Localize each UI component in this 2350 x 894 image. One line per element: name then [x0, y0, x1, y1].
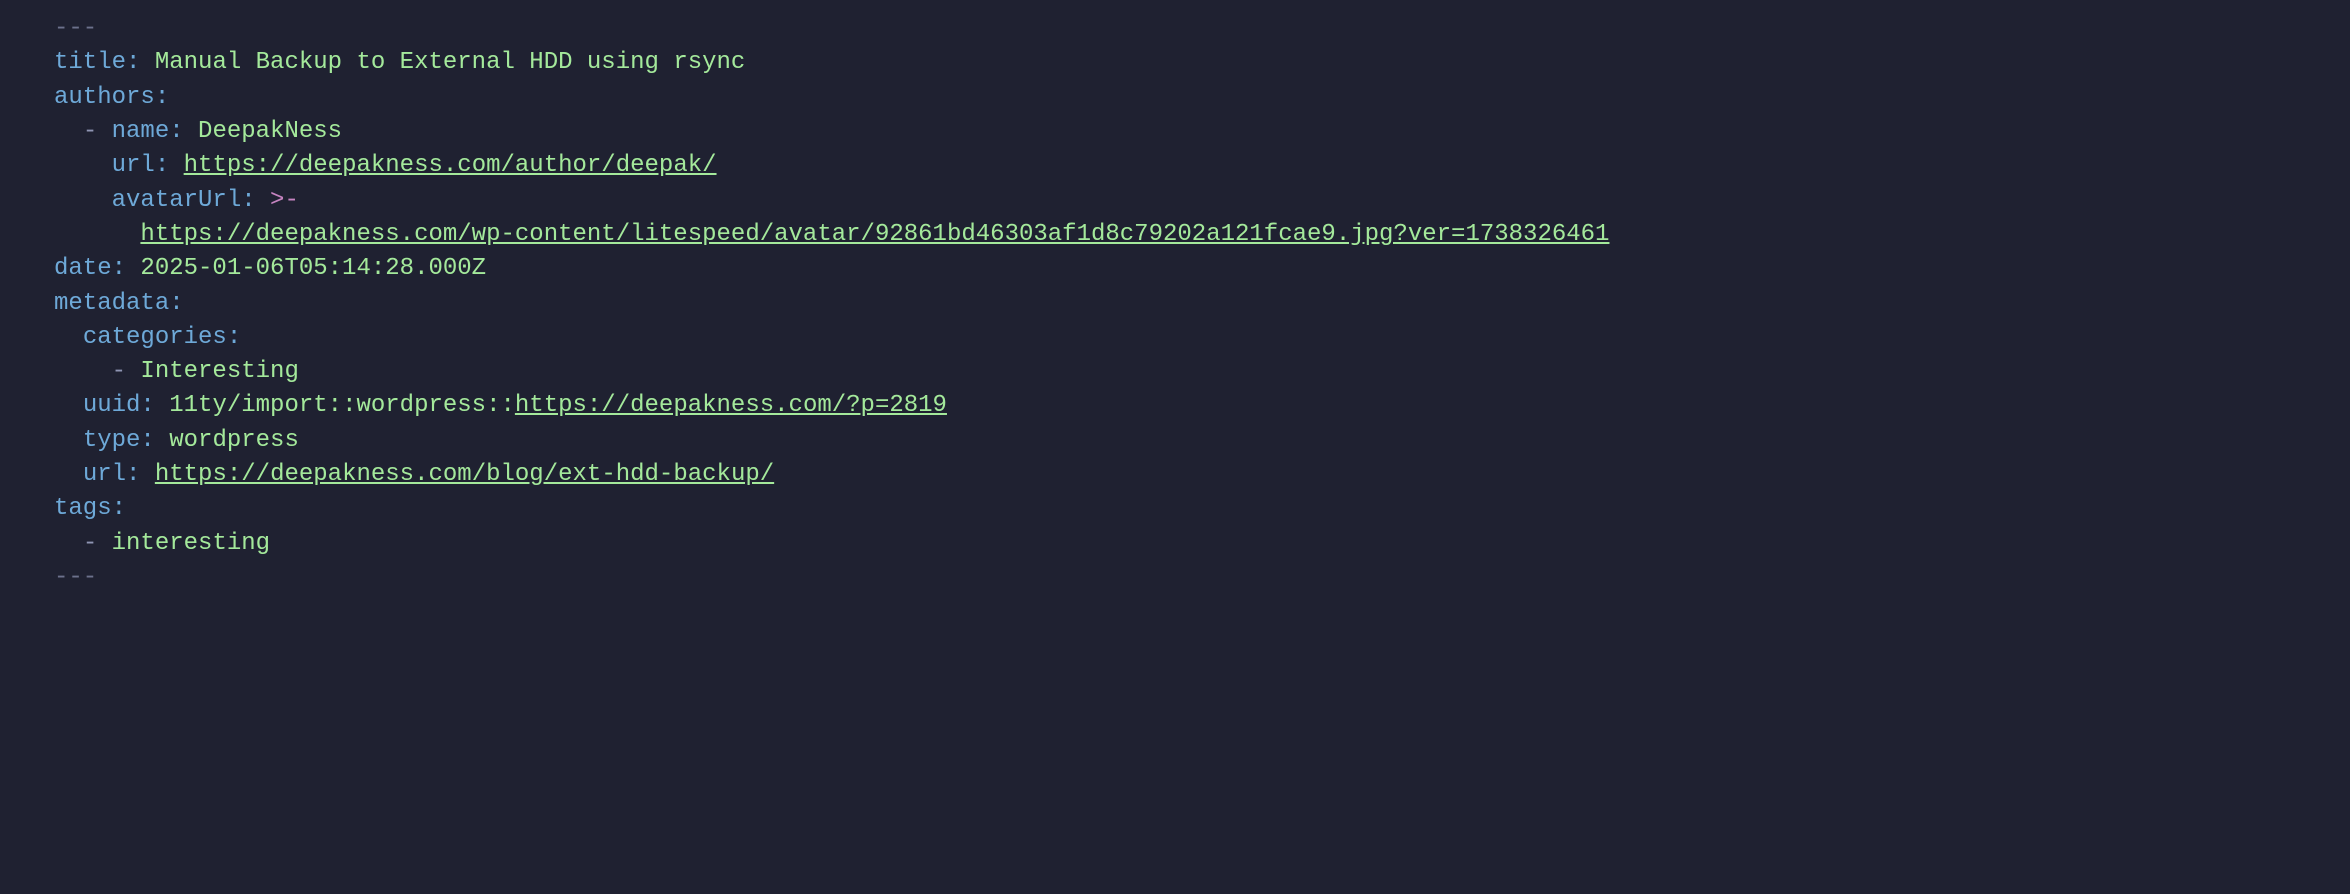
title-line: title: Manual Backup to External HDD usi… — [54, 46, 2340, 80]
author-name-line: - name: DeepakNess — [54, 115, 2340, 149]
author-avatar-link[interactable]: https://deepakness.com/wp-content/litesp… — [140, 221, 1609, 248]
author-url-link[interactable]: https://deepakness.com/author/deepak/ — [184, 152, 717, 179]
authors-line: authors: — [54, 81, 2340, 115]
code-editor: --- title: Manual Backup to External HDD… — [0, 0, 2350, 615]
author-url-line: url: https://deepakness.com/author/deepa… — [54, 149, 2340, 183]
tag-item-line: - interesting — [54, 527, 2340, 561]
date-line: date: 2025-01-06T05:14:28.000Z — [54, 252, 2340, 286]
uuid-link[interactable]: https://deepakness.com/?p=2819 — [515, 392, 947, 419]
meta-url-link[interactable]: https://deepakness.com/blog/ext-hdd-back… — [155, 461, 774, 488]
category-item-line: - Interesting — [54, 355, 2340, 389]
tags-line: tags: — [54, 492, 2340, 526]
author-avatar-url-line: https://deepakness.com/wp-content/litesp… — [54, 218, 2340, 252]
uuid-line: uuid: 11ty/import::wordpress::https://de… — [54, 389, 2340, 423]
meta-url-line: url: https://deepakness.com/blog/ext-hdd… — [54, 458, 2340, 492]
type-line: type: wordpress — [54, 424, 2340, 458]
frontmatter-close: --- — [54, 561, 2340, 595]
categories-line: categories: — [54, 321, 2340, 355]
author-avatar-key-line: avatarUrl: >- — [54, 184, 2340, 218]
frontmatter-open: --- — [54, 12, 2340, 46]
metadata-line: metadata: — [54, 287, 2340, 321]
